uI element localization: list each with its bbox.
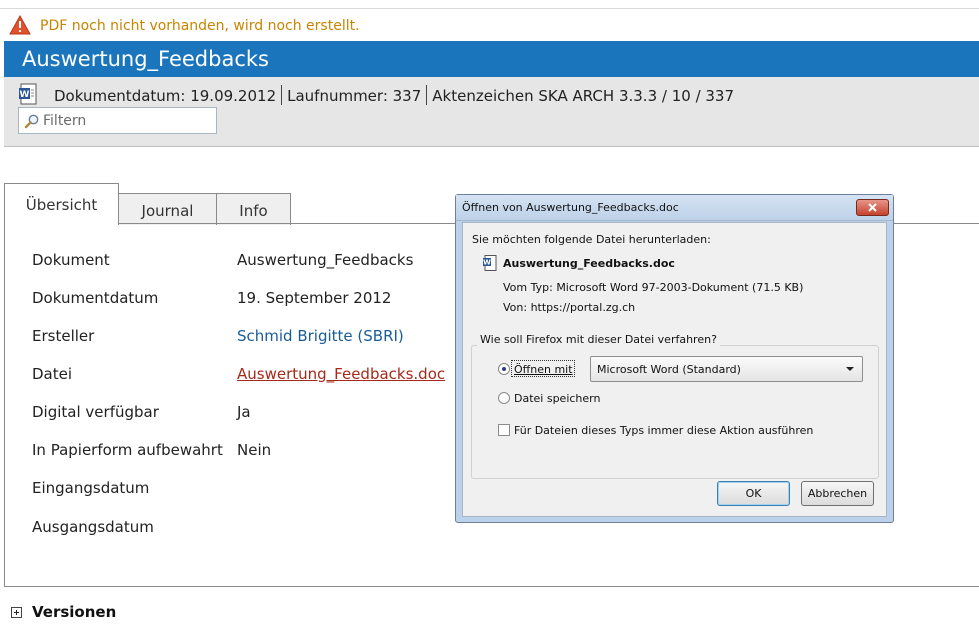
document-date-meta: Dokumentdatum: 19.09.2012	[54, 87, 277, 105]
property-label-ausgangsdatum: Ausgangsdatum	[32, 518, 154, 536]
action-group-label: Wie soll Firefox mit dieser Datei verfah…	[477, 333, 720, 346]
svg-text:W: W	[20, 90, 30, 100]
dialog-close-button[interactable]	[856, 199, 889, 216]
dialog-title: Öffnen von Auswertung_Feedbacks.doc	[462, 201, 679, 214]
dialog-file-source: Von: https://portal.zg.ch	[503, 301, 636, 314]
save-file-radio[interactable]	[498, 392, 510, 404]
tab-uebersicht[interactable]: Übersicht	[4, 183, 119, 225]
property-label-datei: Datei	[32, 365, 73, 383]
tab-journal[interactable]: Journal	[118, 193, 217, 225]
warning-bar: PDF noch nicht vorhanden, wird noch erst…	[0, 8, 979, 40]
dialog-file-name: Auswertung_Feedbacks.doc	[503, 257, 675, 270]
remember-action-label[interactable]: Für Dateien dieses Typs immer diese Akti…	[514, 424, 813, 437]
cancel-button[interactable]: Abbrechen	[801, 481, 874, 506]
document-meta-band: W Dokumentdatum: 19.09.2012 Laufnummer: 3…	[4, 77, 979, 147]
dialog-intro: Sie möchten folgende Datei herunterladen…	[472, 233, 711, 246]
versions-label: Versionen	[32, 603, 117, 621]
warning-icon	[9, 15, 31, 35]
close-icon	[868, 203, 877, 212]
word-document-icon: W	[19, 83, 37, 105]
document-meta-line: Dokumentdatum: 19.09.2012 Laufnummer: 337…	[54, 85, 734, 105]
property-label-papierform: In Papierform aufbewahrt	[32, 441, 223, 459]
ok-button[interactable]: OK	[717, 481, 790, 506]
property-label-ersteller: Ersteller	[32, 327, 95, 345]
open-with-label[interactable]: Öffnen mit	[514, 363, 573, 376]
filter-input[interactable]	[43, 111, 213, 131]
meta-separator	[281, 85, 283, 105]
meta-separator	[426, 85, 428, 105]
save-file-label[interactable]: Datei speichern	[514, 392, 600, 405]
expand-plus-icon	[11, 607, 22, 618]
property-label-dokumentdatum: Dokumentdatum	[32, 289, 159, 307]
creator-link[interactable]: Schmid Brigitte (SBRI)	[237, 327, 404, 345]
property-label-eingangsdatum: Eingangsdatum	[32, 479, 150, 497]
property-label-dokument: Dokument	[32, 251, 110, 269]
tab-info[interactable]: Info	[216, 193, 291, 225]
search-icon	[24, 114, 39, 129]
versions-toggle[interactable]: Versionen	[11, 603, 116, 621]
open-with-select[interactable]: Microsoft Word (Standard)	[590, 356, 863, 382]
dialog-titlebar[interactable]: Öffnen von Auswertung_Feedbacks.doc	[456, 195, 893, 221]
page-title: Auswertung_Feedbacks	[22, 47, 269, 71]
warning-message: PDF noch nicht vorhanden, wird noch erst…	[40, 18, 360, 34]
remember-action-checkbox[interactable]	[498, 424, 510, 436]
dialog-body: Sie möchten folgende Datei herunterladen…	[462, 222, 887, 517]
document-title-bar: Auswertung_Feedbacks	[4, 41, 979, 77]
svg-text:W: W	[483, 259, 491, 267]
file-download-link[interactable]: Auswertung_Feedbacks.doc	[237, 365, 445, 383]
dialog-file-type: Vom Typ: Microsoft Word 97-2003-Dokument…	[503, 281, 804, 294]
open-with-radio[interactable]	[498, 363, 510, 375]
chevron-down-icon	[846, 367, 854, 371]
property-value-digital: Ja	[237, 403, 251, 421]
property-value-papierform: Nein	[237, 441, 272, 459]
property-value-dokument: Auswertung_Feedbacks	[237, 251, 414, 269]
property-value-dokumentdatum: 19. September 2012	[237, 289, 392, 307]
open-with-selected-value: Microsoft Word (Standard)	[597, 363, 741, 376]
word-file-icon: W	[483, 255, 497, 271]
file-reference-meta: Aktenzeichen SKA ARCH 3.3.3 / 10 / 337	[432, 87, 735, 105]
sequence-number-meta: Laufnummer: 337	[287, 87, 422, 105]
filter-box[interactable]	[18, 107, 217, 134]
download-dialog: Öffnen von Auswertung_Feedbacks.doc Sie …	[455, 194, 894, 523]
property-label-digital: Digital verfügbar	[32, 403, 159, 421]
